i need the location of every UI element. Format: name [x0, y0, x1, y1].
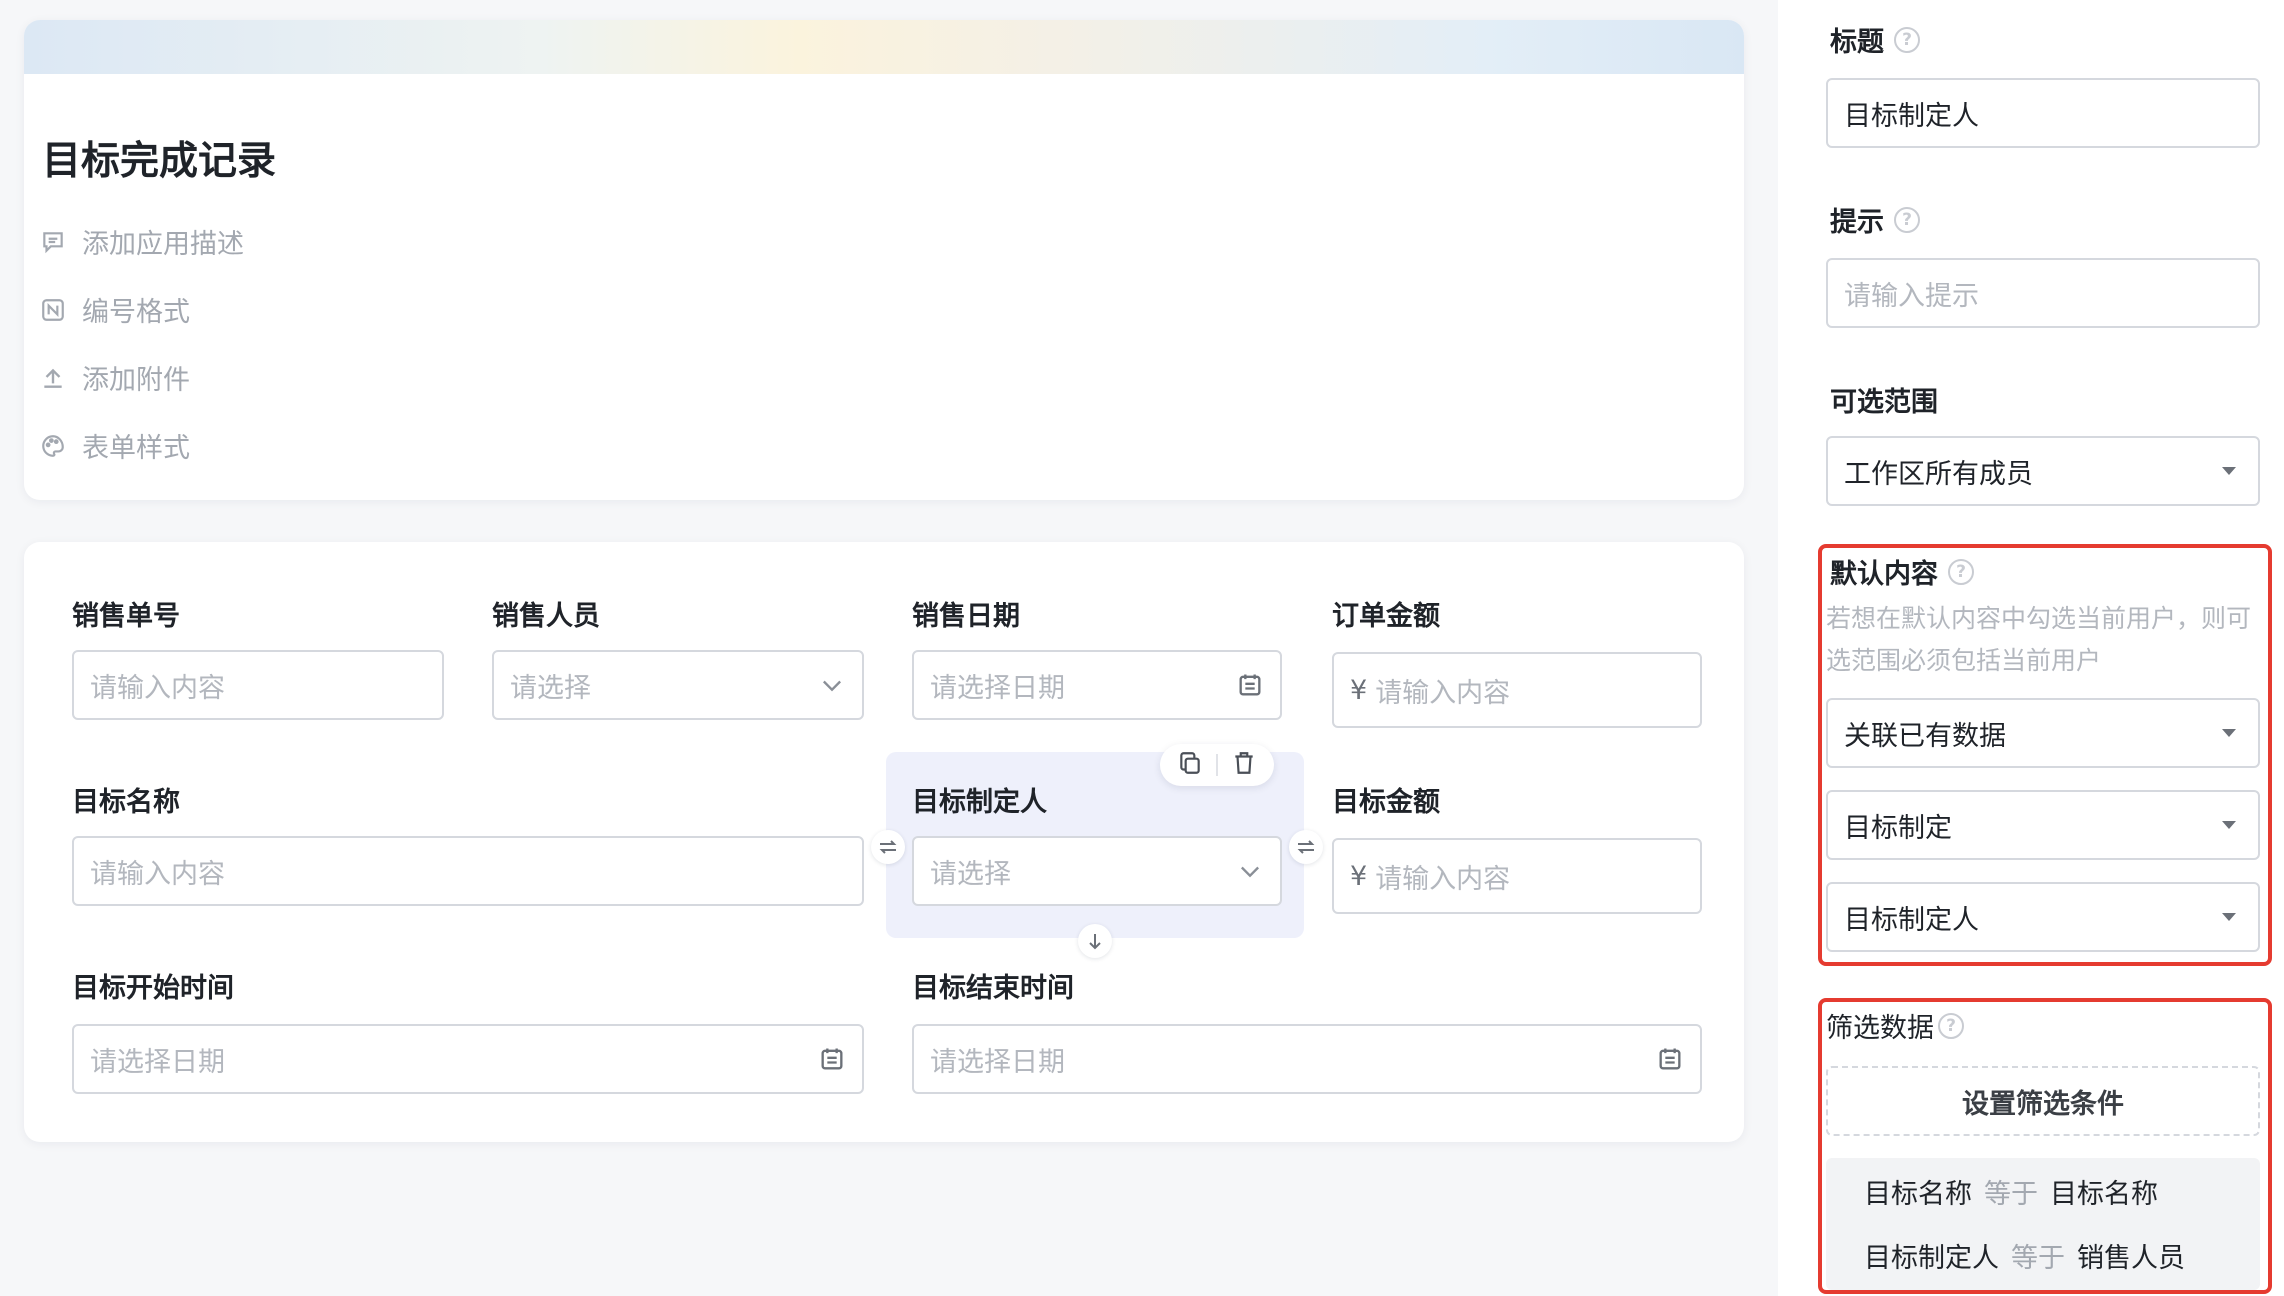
- range-value: 工作区所有成员: [1844, 458, 2033, 490]
- form-style-link[interactable]: 表单样式: [40, 426, 190, 465]
- condition-value: 目标名称: [2050, 1179, 2158, 1210]
- palette-icon: [40, 433, 66, 459]
- filter-condition-row[interactable]: 目标制定人 等于 销售人员: [1864, 1236, 2185, 1275]
- help-icon[interactable]: ?: [1894, 206, 1920, 233]
- caret-down-icon: [2222, 729, 2236, 737]
- calendar-icon: [821, 1048, 843, 1070]
- app-header-card: [24, 20, 1744, 500]
- numbering-icon: [40, 297, 66, 323]
- field-placeholder: 请选择日期: [930, 672, 1065, 704]
- target-start-date-picker[interactable]: 请选择日期: [72, 1024, 864, 1094]
- default-field-select[interactable]: 目标制定人: [1826, 882, 2260, 952]
- add-description-link[interactable]: 添加应用描述: [40, 222, 244, 261]
- sales-order-no-input[interactable]: 请输入内容: [72, 650, 444, 720]
- numbering-format-link[interactable]: 编号格式: [40, 290, 190, 329]
- calendar-icon: [1659, 1048, 1681, 1070]
- title-label: 标题 ?: [1830, 20, 1920, 59]
- field-label: 目标名称: [72, 787, 180, 818]
- hint-label-text: 提示: [1830, 207, 1884, 238]
- default-form-value: 目标制定: [1844, 812, 1952, 844]
- condition-value: 销售人员: [2077, 1243, 2185, 1274]
- condition-operator: 等于: [2011, 1243, 2065, 1274]
- upload-icon: [40, 365, 66, 391]
- target-amount-input[interactable]: ¥ 请输入内容: [1332, 838, 1702, 914]
- chevron-down-icon: [823, 680, 841, 692]
- field-label: 目标开始时间: [72, 973, 234, 1004]
- filter-label: 筛选数据 ?: [1826, 1006, 1964, 1045]
- sales-date-picker[interactable]: 请选择日期: [912, 650, 1282, 720]
- field-label: 目标金额: [1332, 787, 1440, 818]
- app-title[interactable]: 目标完成记录: [42, 130, 276, 186]
- field-placeholder: 请选择日期: [90, 1046, 225, 1078]
- delete-icon[interactable]: [1231, 750, 1257, 780]
- field-placeholder: 请选择: [930, 858, 1011, 890]
- toolbar-divider: [1215, 754, 1218, 776]
- target-name-input[interactable]: 请输入内容: [72, 836, 864, 906]
- help-icon[interactable]: ?: [1894, 26, 1920, 53]
- set-filter-button[interactable]: 设置筛选条件: [1826, 1066, 2260, 1136]
- caret-down-icon: [2222, 913, 2236, 921]
- title-input[interactable]: 目标制定人: [1826, 78, 2260, 148]
- condition-field: 目标名称: [1864, 1179, 1972, 1210]
- field-toolbar: [1160, 744, 1274, 786]
- salesperson-select[interactable]: 请选择: [492, 650, 864, 720]
- target-setter-select[interactable]: 请选择: [912, 836, 1282, 906]
- comment-icon: [40, 229, 66, 255]
- meta-label: 编号格式: [82, 297, 190, 328]
- help-icon[interactable]: ?: [1948, 558, 1974, 585]
- field-placeholder: 请选择日期: [930, 1046, 1065, 1078]
- field-label: 目标结束时间: [912, 973, 1074, 1004]
- calendar-icon: [1239, 674, 1261, 696]
- range-select[interactable]: 工作区所有成员: [1826, 436, 2260, 506]
- range-label: 可选范围: [1830, 380, 1938, 419]
- field-label: 销售日期: [912, 601, 1020, 632]
- field-label: 目标制定人: [912, 787, 1047, 818]
- field-label: 销售人员: [492, 601, 600, 632]
- range-label-text: 可选范围: [1830, 387, 1938, 418]
- default-source-value: 关联已有数据: [1844, 720, 2006, 752]
- swap-left-icon[interactable]: [871, 830, 905, 864]
- hint-input[interactable]: 请输入提示: [1826, 258, 2260, 328]
- form-designer-canvas: 目标完成记录 添加应用描述 编号格式 添加附件 表单样式 销售单号 请输入内容 …: [0, 0, 1778, 1296]
- field-placeholder: 请输入内容: [1375, 677, 1511, 709]
- help-icon[interactable]: ?: [1938, 1012, 1964, 1039]
- field-placeholder: 请输入内容: [1375, 863, 1511, 895]
- meta-label: 添加应用描述: [82, 229, 244, 260]
- chevron-down-icon: [1241, 866, 1259, 878]
- default-field-value: 目标制定人: [1844, 904, 1979, 936]
- filter-label-text: 筛选数据: [1826, 1013, 1934, 1044]
- copy-icon[interactable]: [1177, 750, 1203, 780]
- meta-label: 添加附件: [82, 365, 190, 396]
- header-banner: [24, 20, 1744, 74]
- field-placeholder: 请选择: [510, 672, 591, 704]
- currency-prefix: ¥: [1350, 860, 1368, 892]
- swap-right-icon[interactable]: [1289, 830, 1323, 864]
- default-hint: 若想在默认内容中勾选当前用户，则可选范围必须包括当前用户: [1826, 604, 2252, 675]
- field-label: 销售单号: [72, 601, 180, 632]
- move-down-icon[interactable]: [1078, 924, 1112, 958]
- caret-down-icon: [2222, 821, 2236, 829]
- condition-operator: 等于: [1984, 1179, 2038, 1210]
- hint-label: 提示 ?: [1830, 200, 1920, 239]
- filter-condition-row[interactable]: 目标名称 等于 目标名称: [1864, 1172, 2158, 1211]
- add-attachment-link[interactable]: 添加附件: [40, 358, 190, 397]
- meta-label: 表单样式: [82, 433, 190, 464]
- order-amount-input[interactable]: ¥ 请输入内容: [1332, 652, 1702, 728]
- caret-down-icon: [2222, 467, 2236, 475]
- target-end-date-picker[interactable]: 请选择日期: [912, 1024, 1702, 1094]
- field-label: 订单金额: [1332, 601, 1440, 632]
- title-label-text: 标题: [1830, 27, 1884, 58]
- hint-placeholder: 请输入提示: [1844, 280, 1979, 312]
- field-placeholder: 请输入内容: [90, 672, 225, 704]
- default-label: 默认内容 ?: [1830, 552, 1974, 591]
- default-label-text: 默认内容: [1830, 559, 1938, 590]
- default-form-select[interactable]: 目标制定: [1826, 790, 2260, 860]
- currency-prefix: ¥: [1350, 674, 1368, 706]
- field-placeholder: 请输入内容: [90, 858, 225, 890]
- title-value: 目标制定人: [1844, 100, 1979, 132]
- default-source-select[interactable]: 关联已有数据: [1826, 698, 2260, 768]
- condition-field: 目标制定人: [1864, 1243, 1999, 1274]
